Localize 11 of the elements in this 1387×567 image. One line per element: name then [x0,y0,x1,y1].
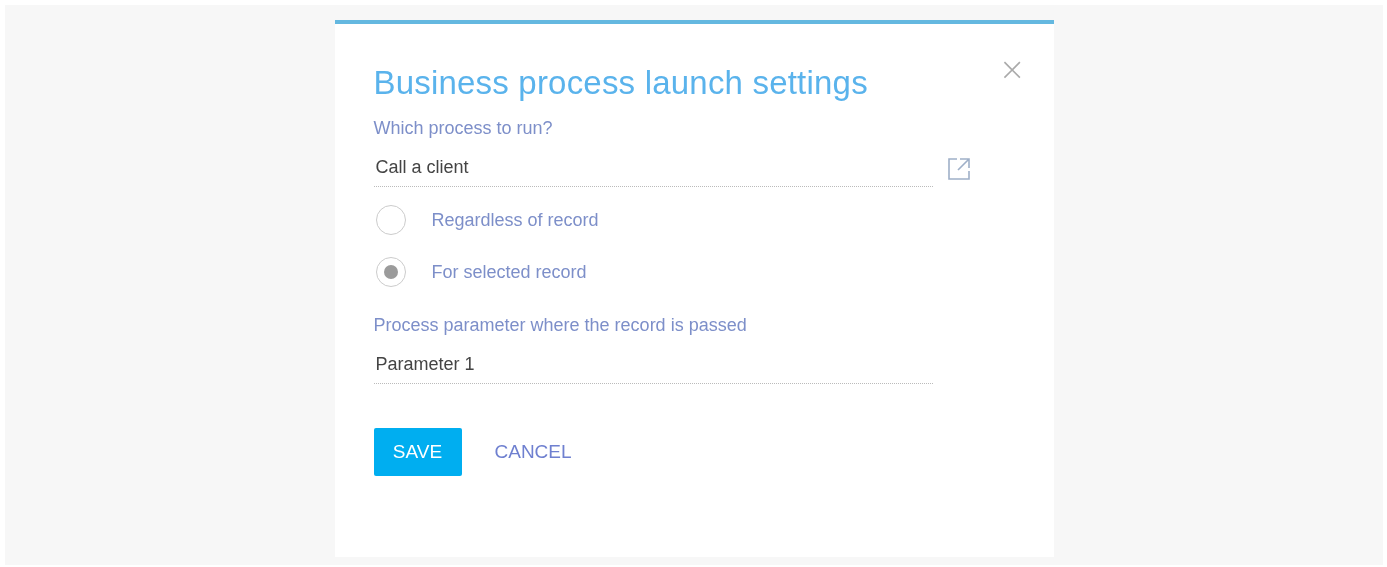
open-link-icon[interactable] [946,157,971,181]
dialog-title: Business process launch settings [373,64,868,103]
radio-label[interactable]: Regardless of record [431,209,599,231]
radio-label[interactable]: For selected record [431,261,587,283]
field-label: Process parameter where the record is passed [373,315,747,336]
cancel-button[interactable]: CANCEL [494,441,572,463]
save-button[interactable]: SAVE [373,428,462,476]
process-field[interactable]: Call a client [373,151,933,187]
field-label: Which process to run? [373,118,553,139]
parameter-field[interactable]: Parameter 1 [373,348,933,384]
close-button[interactable]: × [998,54,1026,84]
